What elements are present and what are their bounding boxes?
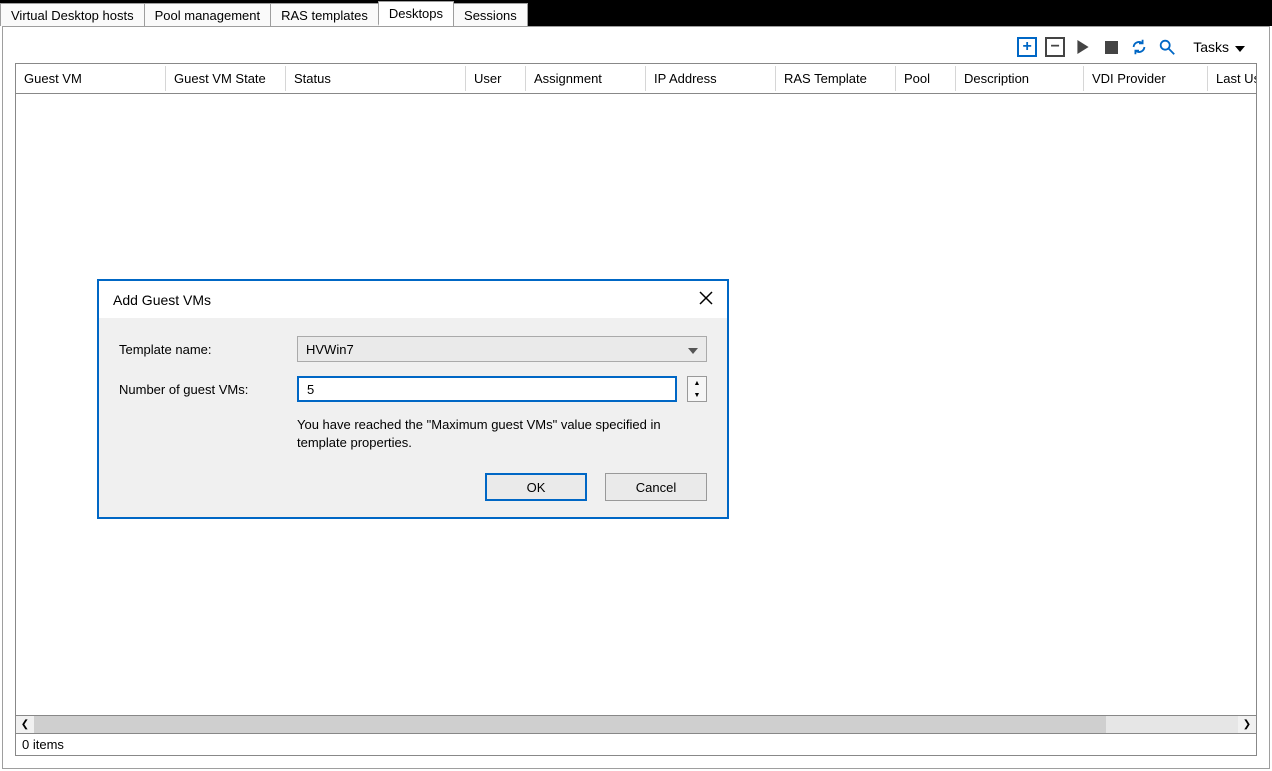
col-pool[interactable]: Pool xyxy=(896,66,956,91)
col-ip[interactable]: IP Address xyxy=(646,66,776,91)
col-vdi-provider[interactable]: VDI Provider xyxy=(1084,66,1208,91)
status-bar: 0 items xyxy=(15,734,1257,756)
col-status[interactable]: Status xyxy=(286,66,466,91)
tab-pool-management[interactable]: Pool management xyxy=(144,3,272,26)
col-ras-template[interactable]: RAS Template xyxy=(776,66,896,91)
scroll-track[interactable] xyxy=(34,716,1238,733)
search-icon[interactable] xyxy=(1157,37,1177,57)
spinner-buttons[interactable]: ▲ ▼ xyxy=(687,376,707,402)
tasks-dropdown[interactable]: Tasks xyxy=(1185,39,1249,55)
close-icon[interactable] xyxy=(699,291,713,308)
col-description[interactable]: Description xyxy=(956,66,1084,91)
col-last-us[interactable]: Last Us xyxy=(1208,66,1256,91)
toolbar: + − Tasks xyxy=(3,27,1269,63)
number-guest-vms-value: 5 xyxy=(307,382,314,397)
ok-button[interactable]: OK xyxy=(485,473,587,501)
col-guest-vm-state[interactable]: Guest VM State xyxy=(166,66,286,91)
dialog-title: Add Guest VMs xyxy=(113,292,211,308)
h-scrollbar[interactable]: ❮ ❯ xyxy=(16,715,1256,733)
dialog-body: Template name: HVWin7 Number of guest VM… xyxy=(99,318,727,467)
chevron-down-icon xyxy=(688,342,698,357)
add-button[interactable]: + xyxy=(1017,37,1037,57)
remove-button[interactable]: − xyxy=(1045,37,1065,57)
template-name-label: Template name: xyxy=(119,342,297,357)
tab-desktops[interactable]: Desktops xyxy=(378,1,454,26)
scroll-thumb[interactable] xyxy=(34,716,1106,733)
dialog-header: Add Guest VMs xyxy=(99,281,727,318)
scroll-right-arrow[interactable]: ❯ xyxy=(1238,716,1256,733)
col-user[interactable]: User xyxy=(466,66,526,91)
tab-bar: Virtual Desktop hosts Pool management RA… xyxy=(0,0,1272,26)
status-items: 0 items xyxy=(22,737,64,752)
scroll-left-arrow[interactable]: ❮ xyxy=(16,716,34,733)
spinner-up-icon[interactable]: ▲ xyxy=(688,377,706,389)
template-name-select[interactable]: HVWin7 xyxy=(297,336,707,362)
number-guest-vms-label: Number of guest VMs: xyxy=(119,382,297,397)
chevron-down-icon xyxy=(1235,39,1245,55)
dialog-footer: OK Cancel xyxy=(99,467,727,517)
dialog-message: You have reached the "Maximum guest VMs"… xyxy=(297,416,707,451)
number-guest-vms-input[interactable]: 5 xyxy=(297,376,677,402)
stop-icon[interactable] xyxy=(1101,37,1121,57)
tasks-label: Tasks xyxy=(1193,39,1229,55)
cancel-button[interactable]: Cancel xyxy=(605,473,707,501)
table-header: Guest VM Guest VM State Status User Assi… xyxy=(16,64,1256,94)
add-guest-vms-dialog: Add Guest VMs Template name: HVWin7 Numb… xyxy=(97,279,729,519)
tab-virtual-desktop-hosts[interactable]: Virtual Desktop hosts xyxy=(0,3,145,26)
tab-sessions[interactable]: Sessions xyxy=(453,3,528,26)
tab-ras-templates[interactable]: RAS templates xyxy=(270,3,379,26)
col-assignment[interactable]: Assignment xyxy=(526,66,646,91)
col-guest-vm[interactable]: Guest VM xyxy=(16,66,166,91)
play-icon[interactable] xyxy=(1073,37,1093,57)
refresh-icon[interactable] xyxy=(1129,37,1149,57)
spinner-down-icon[interactable]: ▼ xyxy=(688,389,706,401)
main-panel: + − Tasks Guest VM Guest VM State Status… xyxy=(2,26,1270,769)
template-name-value: HVWin7 xyxy=(306,342,354,357)
